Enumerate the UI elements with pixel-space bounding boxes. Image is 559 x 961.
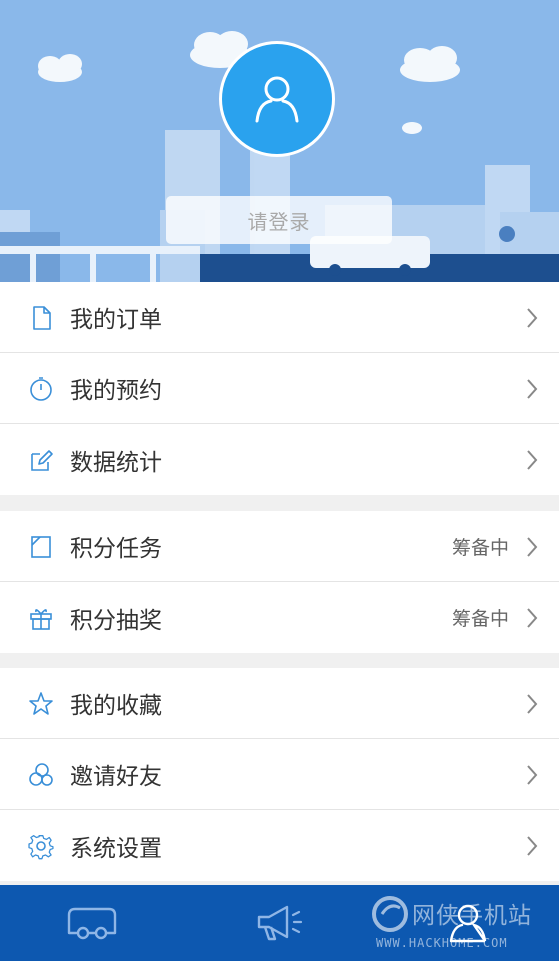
gear-icon — [28, 835, 54, 860]
menu-item-points-lottery[interactable]: 积分抽奖 筹备中 — [0, 582, 559, 653]
menu-item-label: 积分任务 — [70, 536, 162, 562]
chevron-right-icon — [527, 608, 538, 628]
megaphone-icon — [257, 905, 303, 941]
tab-announcements[interactable] — [218, 885, 342, 961]
watermark: 网侠手机站 WWW.HACKHOME.COM — [370, 892, 559, 954]
stopwatch-icon — [30, 377, 52, 401]
status-text: 筹备中 — [451, 608, 509, 630]
menu-item-favorites[interactable]: 我的收藏 — [0, 668, 559, 739]
menu-item-my-orders[interactable]: 我的订单 — [0, 282, 559, 353]
menu-item-label: 积分抽奖 — [70, 607, 162, 634]
menu-item-label: 我的订单 — [70, 307, 162, 333]
edit-icon — [31, 450, 53, 471]
task-icon — [31, 536, 51, 558]
chevron-right-icon — [527, 537, 538, 557]
menu-item-label: 邀请好友 — [70, 764, 162, 790]
menu-group-points: 积分任务 筹备中 积分抽奖 筹备中 — [0, 511, 559, 653]
menu-item-label: 系统设置 — [70, 835, 162, 862]
menu-item-label: 我的收藏 — [70, 693, 162, 719]
document-icon — [33, 306, 51, 330]
chevron-right-icon — [527, 379, 538, 399]
menu-item-system-settings[interactable]: 系统设置 — [0, 810, 559, 881]
menu-group-orders: 我的订单 我的预约 数据统计 — [0, 282, 559, 495]
status-text: 筹备中 — [451, 536, 509, 559]
watermark-url: WWW.HACKHOME.COM — [376, 936, 508, 950]
chevron-right-icon — [527, 765, 538, 785]
login-button[interactable]: 请登录 — [166, 196, 392, 244]
menu-item-label: 数据统计 — [70, 449, 162, 476]
star-icon — [29, 692, 53, 715]
avatar[interactable] — [219, 41, 335, 157]
chevron-right-icon — [527, 836, 538, 856]
chevron-right-icon — [527, 450, 538, 470]
user-icon — [255, 76, 299, 123]
watermark-text: 网侠手机站 — [412, 903, 532, 929]
menu-item-my-reservations[interactable]: 我的预约 — [0, 353, 559, 424]
menu-item-invite-friends[interactable]: 邀请好友 — [0, 739, 559, 810]
menu-group-settings: 我的收藏 邀请好友 系统设置 — [0, 668, 559, 881]
tab-car[interactable] — [30, 885, 154, 961]
profile-header: 请登录 — [0, 0, 559, 282]
menu-item-label: 我的预约 — [70, 378, 162, 404]
chevron-right-icon — [527, 308, 538, 328]
watermark-logo-icon — [372, 896, 408, 932]
friends-icon — [29, 763, 53, 786]
chevron-right-icon — [527, 694, 538, 714]
car-icon — [67, 907, 117, 940]
menu-item-points-tasks[interactable]: 积分任务 筹备中 — [0, 511, 559, 582]
gift-icon — [30, 609, 52, 630]
menu-item-statistics[interactable]: 数据统计 — [0, 424, 559, 495]
